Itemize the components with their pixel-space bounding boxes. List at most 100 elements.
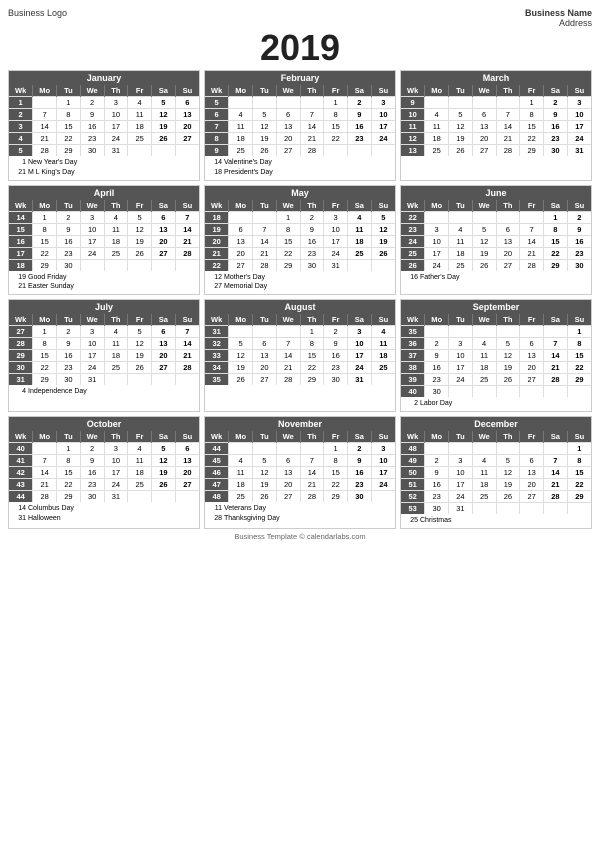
cal-cell bbox=[104, 259, 128, 271]
cal-cell: 21 bbox=[33, 478, 57, 490]
cal-cell: 2 bbox=[425, 338, 449, 350]
holiday-name: Easter Sunday bbox=[28, 283, 74, 290]
cal-cell: 5 bbox=[253, 109, 277, 121]
cal-cell: 9 bbox=[348, 454, 372, 466]
cal-cell: 17 bbox=[104, 466, 128, 478]
holiday-name: Good Friday bbox=[28, 274, 67, 281]
cal-cell: 4 bbox=[348, 211, 372, 223]
cal-cell: 11 bbox=[104, 338, 128, 350]
col-header-we: We bbox=[276, 314, 300, 326]
cal-cell: 30 bbox=[324, 374, 348, 386]
cal-cell: 35 bbox=[401, 326, 425, 338]
cal-cell: 17 bbox=[80, 235, 104, 247]
cal-cell bbox=[128, 145, 152, 157]
cal-cell bbox=[472, 442, 496, 454]
cal-cell: 8 bbox=[324, 109, 348, 121]
cal-cell: 14 bbox=[175, 338, 199, 350]
cal-cell: 6 bbox=[276, 454, 300, 466]
cal-cell: 10 bbox=[401, 109, 425, 121]
holidays: 14Columbus Day31Halloween bbox=[9, 502, 199, 526]
cal-cell: 7 bbox=[520, 223, 544, 235]
holiday-item: 4Independence Day bbox=[12, 387, 196, 397]
business-name-label: Business Name bbox=[525, 8, 592, 18]
cal-cell: 28 bbox=[300, 490, 324, 502]
cal-cell: 2 bbox=[544, 97, 568, 109]
cal-cell: 16 bbox=[80, 466, 104, 478]
col-header-tu: Tu bbox=[57, 200, 81, 212]
cal-cell: 13 bbox=[152, 338, 176, 350]
cal-cell: 16 bbox=[57, 350, 81, 362]
holiday-num: 4 bbox=[12, 387, 26, 397]
cal-cell: 29 bbox=[567, 374, 591, 386]
holidays: 25Christmas bbox=[401, 514, 591, 528]
cal-cell bbox=[371, 374, 395, 386]
cal-cell: 12 bbox=[128, 223, 152, 235]
cal-cell: 6 bbox=[175, 97, 199, 109]
cal-cell: 9 bbox=[544, 109, 568, 121]
cal-cell: 3 bbox=[80, 326, 104, 338]
cal-cell: 22 bbox=[33, 362, 57, 374]
cal-cell: 20 bbox=[175, 121, 199, 133]
cal-cell: 28 bbox=[175, 362, 199, 374]
business-name: Business Name Address bbox=[525, 8, 592, 28]
cal-cell: 14 bbox=[33, 466, 57, 478]
cal-cell: 27 bbox=[152, 247, 176, 259]
col-header-fr: Fr bbox=[520, 85, 544, 97]
col-header-we: We bbox=[276, 431, 300, 443]
col-header-fr: Fr bbox=[324, 314, 348, 326]
cal-cell: 9 bbox=[300, 223, 324, 235]
cal-cell: 23 bbox=[80, 478, 104, 490]
holiday-num: 2 bbox=[404, 399, 418, 409]
cal-cell: 19 bbox=[128, 350, 152, 362]
col-header-su: Su bbox=[175, 314, 199, 326]
col-header-tu: Tu bbox=[449, 314, 473, 326]
cal-cell: 27 bbox=[175, 133, 199, 145]
cal-cell bbox=[520, 386, 544, 398]
cal-cell: 9 bbox=[80, 109, 104, 121]
cal-cell: 21 bbox=[300, 478, 324, 490]
cal-cell: 11 bbox=[104, 223, 128, 235]
cal-cell: 21 bbox=[300, 133, 324, 145]
cal-cell: 3 bbox=[449, 338, 473, 350]
cal-cell bbox=[371, 145, 395, 157]
col-header-sa: Sa bbox=[348, 85, 372, 97]
cal-cell bbox=[520, 326, 544, 338]
cal-cell: 4 bbox=[104, 326, 128, 338]
cal-cell: 4 bbox=[104, 211, 128, 223]
cal-cell: 24 bbox=[80, 362, 104, 374]
col-header-wk: Wk bbox=[205, 431, 229, 443]
cal-cell: 14 bbox=[253, 235, 277, 247]
cal-cell bbox=[371, 490, 395, 502]
month-block-march: MarchWkMoTuWeThFrSaSu9123104567891011111… bbox=[400, 70, 592, 181]
cal-cell: 3 bbox=[567, 97, 591, 109]
cal-cell: 17 bbox=[425, 247, 449, 259]
cal-cell: 12 bbox=[496, 350, 520, 362]
cal-cell: 22 bbox=[401, 211, 425, 223]
cal-cell: 1 bbox=[57, 97, 81, 109]
cal-cell: 26 bbox=[253, 490, 277, 502]
cal-cell: 22 bbox=[544, 247, 568, 259]
col-header-sa: Sa bbox=[544, 200, 568, 212]
cal-cell: 20 bbox=[276, 133, 300, 145]
cal-cell: 29 bbox=[276, 259, 300, 271]
cal-cell: 27 bbox=[520, 490, 544, 502]
cal-cell: 1 bbox=[33, 211, 57, 223]
cal-cell: 7 bbox=[496, 109, 520, 121]
cal-cell: 8 bbox=[544, 223, 568, 235]
col-header-sa: Sa bbox=[544, 85, 568, 97]
col-header-sa: Sa bbox=[544, 431, 568, 443]
cal-cell: 24 bbox=[449, 490, 473, 502]
cal-cell: 17 bbox=[371, 466, 395, 478]
cal-cell bbox=[276, 326, 300, 338]
cal-cell: 17 bbox=[104, 121, 128, 133]
holiday-name: New Year's Day bbox=[28, 159, 77, 166]
holidays: 14Valentine's Day18President's Day bbox=[205, 156, 395, 180]
cal-cell: 26 bbox=[496, 490, 520, 502]
cal-cell: 26 bbox=[253, 145, 277, 157]
footer: Business Template © calendarlabs.com bbox=[8, 532, 592, 541]
cal-cell: 25 bbox=[104, 247, 128, 259]
col-header-we: We bbox=[80, 200, 104, 212]
cal-cell: 48 bbox=[401, 442, 425, 454]
cal-cell: 26 bbox=[128, 247, 152, 259]
col-header-sa: Sa bbox=[348, 314, 372, 326]
